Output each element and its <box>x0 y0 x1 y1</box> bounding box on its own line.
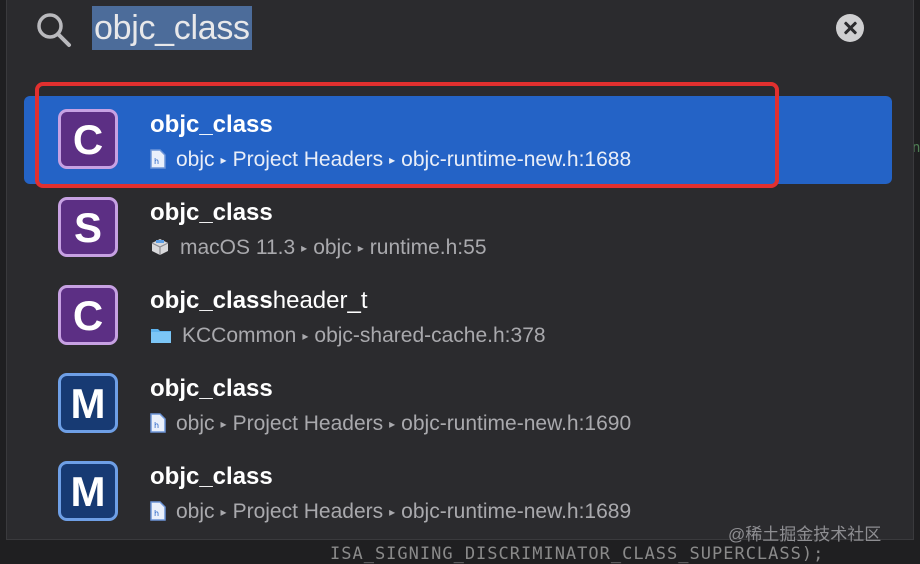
struct-symbol-icon: S <box>58 197 118 257</box>
svg-text:h: h <box>154 421 159 430</box>
sdk-package-icon <box>151 239 169 255</box>
path-segment: objc <box>176 500 215 523</box>
result-title-match: objc_class <box>150 375 273 402</box>
path-segment: runtime.h:55 <box>369 236 487 259</box>
path-segment: macOS 11.3 <box>180 236 296 259</box>
result-title: objc_class <box>150 199 273 227</box>
result-title: objc_classheader_t <box>150 287 368 315</box>
result-path: KCCommon ▸ objc-shared-cache.h:378 <box>150 324 546 348</box>
path-separator-icon: ▸ <box>389 505 396 519</box>
path-segment: KCCommon <box>182 324 297 347</box>
path-separator-icon: ▸ <box>301 241 308 255</box>
result-row[interactable]: C objc_classheader_t KCCommon ▸ objc-share… <box>24 272 892 360</box>
path-segment: objc-runtime-new.h:1689 <box>401 500 632 523</box>
result-path: h objc ▸ Project Headers ▸ objc-runtime-new.h… <box>150 412 631 436</box>
path-separator-icon: ▸ <box>220 505 227 519</box>
result-path: macOS 11.3 ▸ objc ▸ runtime.h:55 <box>150 236 487 260</box>
path-segment: Project Headers <box>232 500 384 523</box>
path-segment: objc-runtime-new.h:1690 <box>401 412 632 435</box>
clear-search-icon[interactable] <box>836 14 864 42</box>
result-title-match: objc_class <box>150 463 273 490</box>
background-code-line: ISA_SIGNING_DISCRIMINATOR_CLASS_SUPERCLA… <box>330 544 825 564</box>
result-path: h objc ▸ Project Headers ▸ objc-runtime-new.h… <box>150 500 631 524</box>
result-title-match: objc_class <box>150 287 273 314</box>
result-row[interactable]: S objc_class macOS 11.3 ▸ objc ▸ runtime.h:5… <box>24 184 892 272</box>
result-title: objc_class <box>150 375 273 403</box>
folder-icon <box>151 329 171 343</box>
path-separator-icon: ▸ <box>357 241 364 255</box>
svg-text:h: h <box>154 509 159 518</box>
path-separator-icon: ▸ <box>389 417 396 431</box>
path-segment: Project Headers <box>232 412 384 435</box>
path-segment: objc-shared-cache.h:378 <box>314 324 546 347</box>
path-segment: objc <box>176 412 215 435</box>
result-title: objc_class <box>150 463 273 491</box>
path-separator-icon: ▸ <box>220 417 227 431</box>
class-symbol-icon: C <box>58 285 118 345</box>
result-title-rest: header_t <box>272 287 368 314</box>
path-segment: objc <box>313 236 352 259</box>
watermark: @稀土掘金技术社区 <box>728 525 882 544</box>
search-icon <box>37 13 71 47</box>
result-title-match: objc_class <box>150 199 273 226</box>
header-file-icon: h <box>150 501 166 521</box>
path-separator-icon: ▸ <box>302 329 309 343</box>
method-symbol-icon: M <box>58 461 118 521</box>
search-input[interactable]: objc_class <box>92 6 252 50</box>
method-symbol-icon: M <box>58 373 118 433</box>
header-file-icon: h <box>150 413 166 433</box>
result-row[interactable]: M objc_class h objc ▸ Project Headers ▸ objc-… <box>24 360 892 448</box>
annotation-highlight-box <box>35 82 779 188</box>
